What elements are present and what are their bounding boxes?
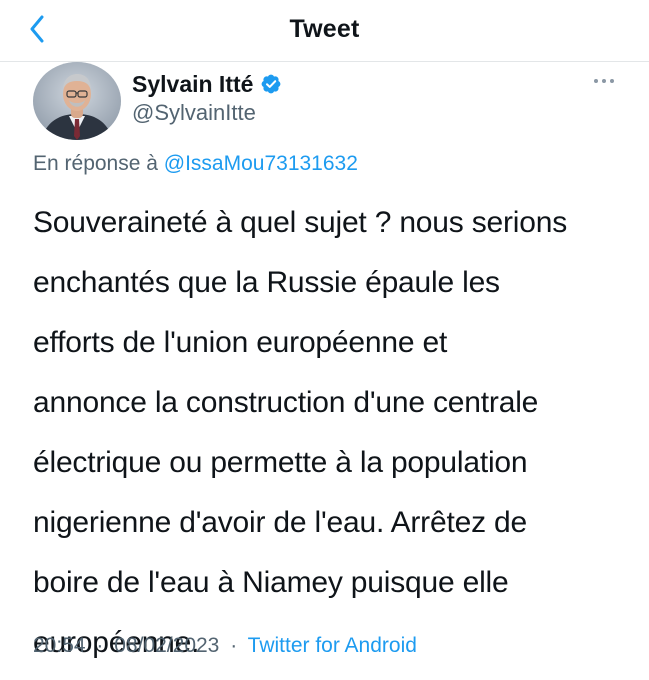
top-bar: Tweet [0,0,649,62]
more-options-button[interactable] [588,72,620,90]
tweet-text: Souveraineté à quel sujet ? nous serions… [33,206,568,659]
reply-mention-link[interactable]: @IssaMou73131632 [164,152,358,175]
author-name[interactable]: Sylvain Itté [132,71,253,98]
verified-badge-icon [262,74,281,94]
more-dots-icon [602,79,606,83]
more-dots-icon [610,79,614,83]
reply-context: En réponse à @IssaMou73131632 [33,152,358,176]
tweet-source-link[interactable]: Twitter for Android [248,634,417,657]
meta-separator: · [230,634,238,657]
author-name-row[interactable]: Sylvain Itté [132,70,282,98]
meta-separator: · [96,634,104,657]
tweet-time: 20:54 [33,634,86,657]
reply-prefix: En réponse à [33,152,158,175]
tweet-page: Tweet Sylvain Itté @SylvainItte En répon… [0,0,649,680]
avatar[interactable] [33,62,121,140]
avatar-photo [33,62,121,140]
tweet-date: 08/02/2023 [114,634,220,657]
tweet-meta: 20:54 · 08/02/2023 · Twitter for Android [33,634,417,658]
author-handle[interactable]: @SylvainItte [132,100,256,126]
more-dots-icon [594,79,598,83]
page-title: Tweet [289,15,360,43]
